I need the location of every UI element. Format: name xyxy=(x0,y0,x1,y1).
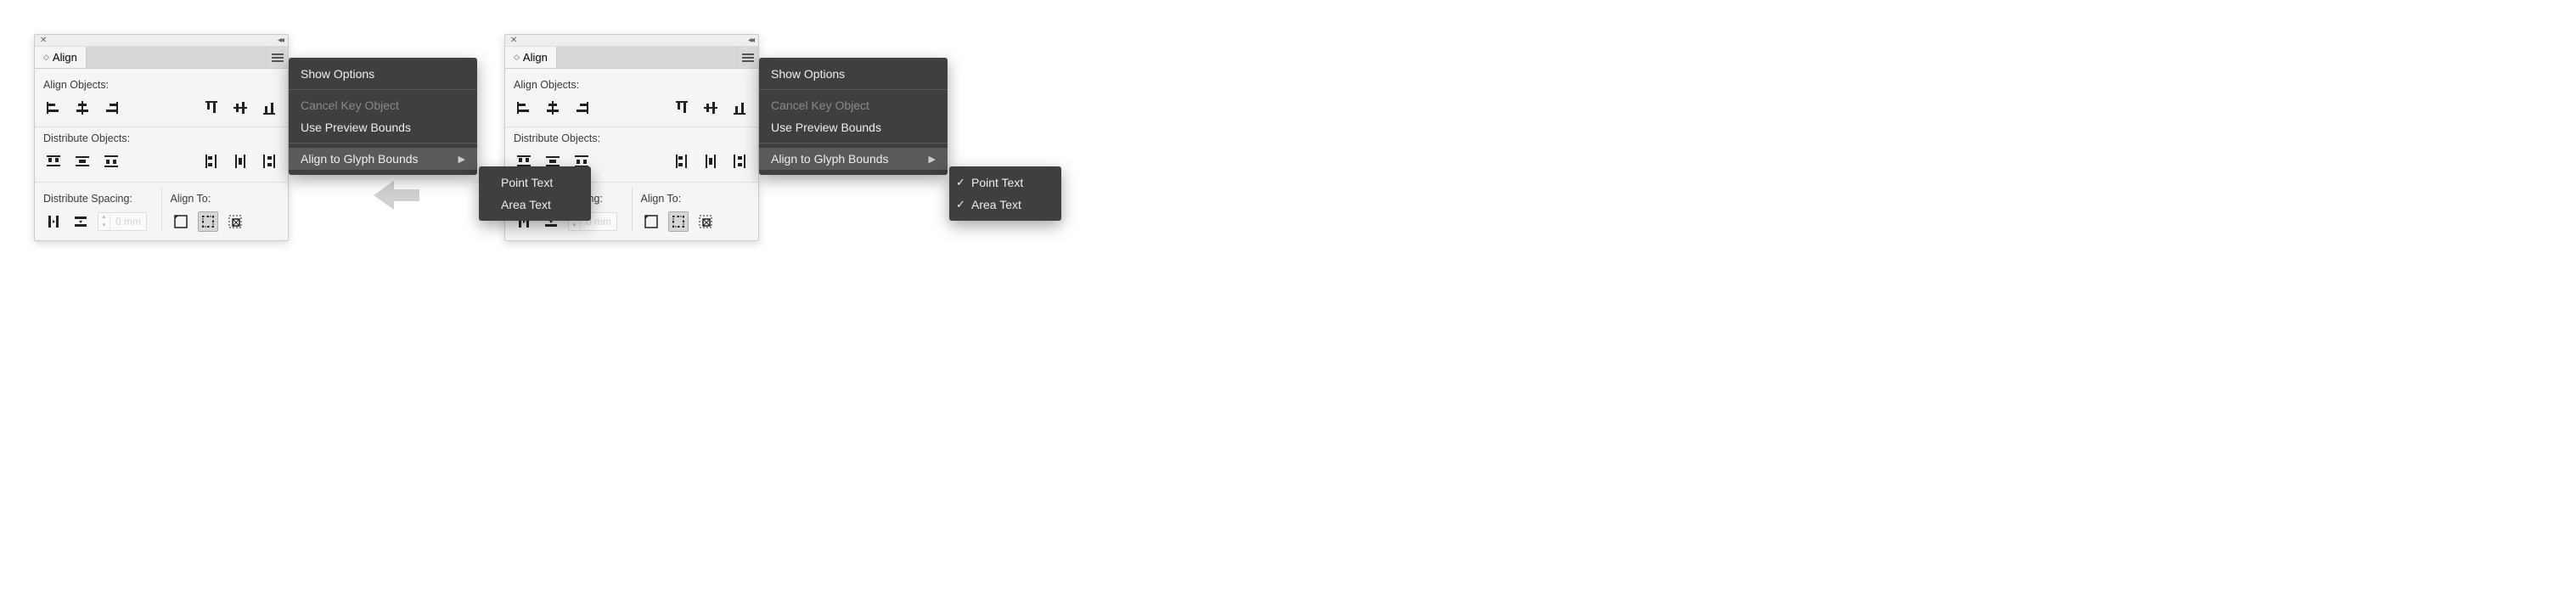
distribute-spacing-v-button[interactable] xyxy=(43,211,64,232)
panel-flyout-menu: Show Options Cancel Key Object Use Previ… xyxy=(759,58,948,175)
align-to-key-object-button[interactable] xyxy=(225,211,245,232)
distribute-top-button[interactable] xyxy=(43,151,64,172)
menu-use-preview-bounds[interactable]: Use Preview Bounds xyxy=(289,116,477,138)
label-align-to: Align To: xyxy=(641,193,751,205)
distribute-bottom-button[interactable] xyxy=(101,151,121,172)
flyout-menu-button[interactable] xyxy=(266,47,288,68)
label-align-to: Align To: xyxy=(171,193,280,205)
spacing-value: 0 mm xyxy=(110,216,146,228)
label-align-objects: Align Objects: xyxy=(514,79,750,91)
align-bottom-button[interactable] xyxy=(729,98,750,118)
tab-align[interactable]: ◇ Align xyxy=(505,47,557,68)
align-right-button[interactable] xyxy=(571,98,592,118)
menu-icon xyxy=(742,53,754,62)
step-up-icon[interactable]: ▴ xyxy=(98,213,110,222)
collapse-icon[interactable]: ◂◂ xyxy=(278,36,283,45)
close-icon[interactable]: ✕ xyxy=(510,36,517,45)
align-to-key-object-button[interactable] xyxy=(695,211,716,232)
close-icon[interactable]: ✕ xyxy=(40,36,47,45)
menu-cancel-key-object: Cancel Key Object xyxy=(759,94,948,116)
label-distribute-objects: Distribute Objects: xyxy=(514,132,750,144)
submenu-point-text[interactable]: Point Text xyxy=(479,172,591,194)
distribute-v-center-button[interactable] xyxy=(72,151,93,172)
spacing-value-stepper[interactable]: ▴▾ 0 mm xyxy=(98,212,147,231)
align-right-button[interactable] xyxy=(101,98,121,118)
flyout-menu-button[interactable] xyxy=(736,47,758,68)
align-to-selection-button[interactable] xyxy=(668,211,689,232)
tab-align[interactable]: ◇ Align xyxy=(35,47,87,68)
align-h-center-button[interactable] xyxy=(543,98,563,118)
align-left-button[interactable] xyxy=(514,98,534,118)
submenu-arrow-icon: ▶ xyxy=(929,154,936,165)
align-h-center-button[interactable] xyxy=(72,98,93,118)
distribute-right-button[interactable] xyxy=(259,151,279,172)
menu-align-to-glyph-bounds[interactable]: Align to Glyph Bounds ▶ xyxy=(759,148,948,170)
align-top-button[interactable] xyxy=(201,98,222,118)
align-v-center-button[interactable] xyxy=(230,98,250,118)
sort-icon: ◇ xyxy=(514,53,520,61)
align-v-center-button[interactable] xyxy=(700,98,721,118)
align-panel: ✕ ◂◂ ◇ Align Align Objects: xyxy=(34,34,289,241)
distribute-left-button[interactable] xyxy=(201,151,222,172)
sort-icon: ◇ xyxy=(43,53,49,61)
glyph-bounds-submenu: Point Text Area Text xyxy=(479,166,591,221)
align-to-selection-button[interactable] xyxy=(198,211,218,232)
distribute-left-button[interactable] xyxy=(672,151,692,172)
step-down-icon[interactable]: ▾ xyxy=(98,222,110,230)
step-down-icon[interactable]: ▾ xyxy=(569,222,580,230)
menu-icon xyxy=(272,53,284,62)
arrow-left-icon xyxy=(374,179,419,214)
align-panel-stage-before: ✕ ◂◂ ◇ Align Align Objects: xyxy=(34,34,289,241)
distribute-h-center-button[interactable] xyxy=(700,151,721,172)
panel-title-bar: ✕ ◂◂ xyxy=(505,35,758,47)
distribute-spacing-h-button[interactable] xyxy=(70,211,91,232)
distribute-right-button[interactable] xyxy=(729,151,750,172)
check-icon: ✓ xyxy=(956,198,965,211)
align-to-artboard-button[interactable] xyxy=(641,211,661,232)
submenu-arrow-icon: ▶ xyxy=(458,154,465,165)
menu-use-preview-bounds[interactable]: Use Preview Bounds xyxy=(759,116,948,138)
panel-title-bar: ✕ ◂◂ xyxy=(35,35,288,47)
submenu-area-text[interactable]: Area Text xyxy=(479,194,591,216)
menu-align-to-glyph-bounds[interactable]: Align to Glyph Bounds ▶ xyxy=(289,148,477,170)
tab-label: Align xyxy=(53,51,77,64)
menu-cancel-key-object: Cancel Key Object xyxy=(289,94,477,116)
align-left-button[interactable] xyxy=(43,98,64,118)
tab-label: Align xyxy=(523,51,548,64)
align-top-button[interactable] xyxy=(672,98,692,118)
glyph-bounds-submenu: ✓ Point Text ✓ Area Text xyxy=(949,166,1061,221)
panel-tabbar: ◇ Align xyxy=(35,47,288,69)
menu-show-options[interactable]: Show Options xyxy=(289,63,477,85)
menu-show-options[interactable]: Show Options xyxy=(759,63,948,85)
submenu-point-text[interactable]: ✓ Point Text xyxy=(949,172,1061,194)
distribute-h-center-button[interactable] xyxy=(230,151,250,172)
align-bottom-button[interactable] xyxy=(259,98,279,118)
panel-flyout-menu: Show Options Cancel Key Object Use Previ… xyxy=(289,58,477,175)
check-icon: ✓ xyxy=(956,176,965,189)
label-align-objects: Align Objects: xyxy=(43,79,279,91)
label-distribute-spacing: Distribute Spacing: xyxy=(43,193,153,205)
label-distribute-objects: Distribute Objects: xyxy=(43,132,279,144)
submenu-area-text[interactable]: ✓ Area Text xyxy=(949,194,1061,216)
panel-tabbar: ◇ Align xyxy=(505,47,758,69)
align-to-artboard-button[interactable] xyxy=(171,211,191,232)
collapse-icon[interactable]: ◂◂ xyxy=(748,36,753,45)
